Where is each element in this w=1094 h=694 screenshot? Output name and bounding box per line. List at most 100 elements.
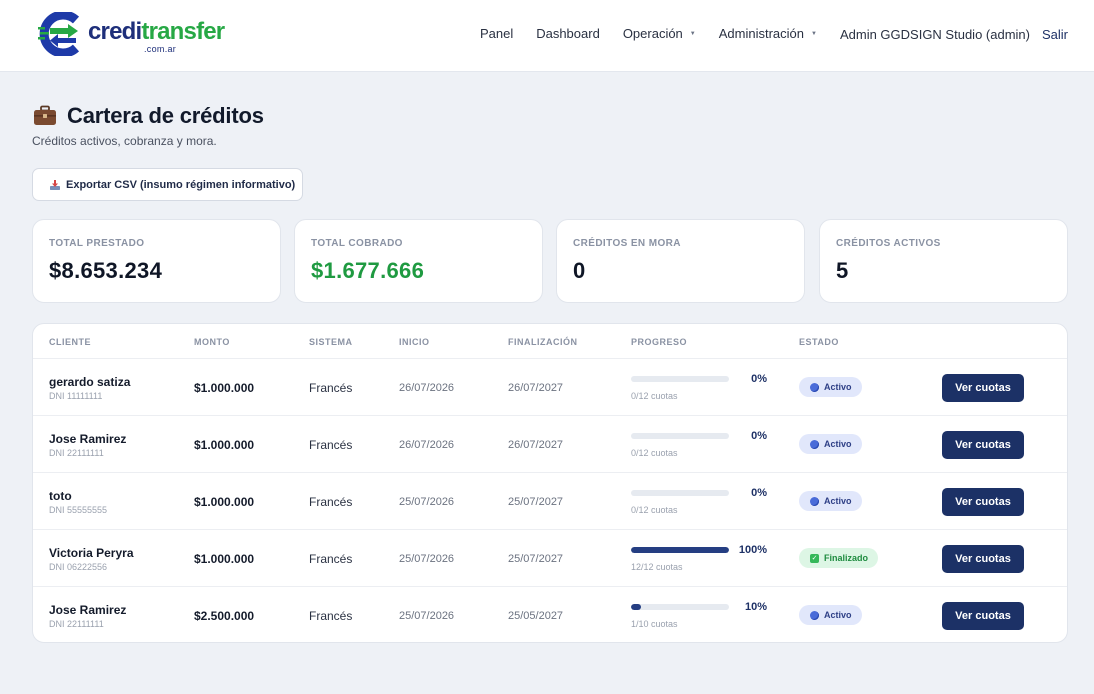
check-mark-icon: ✓ <box>810 553 819 563</box>
installments-count: 12/12 cuotas <box>631 562 683 572</box>
start-date: 26/07/2026 <box>399 439 455 451</box>
logout-link[interactable]: Salir <box>1042 27 1068 42</box>
column-header-finalizacion: FINALIZACIÓN <box>508 337 578 347</box>
progress-bar-fill <box>631 547 729 553</box>
progress-percent: 10% <box>744 601 767 613</box>
page-title: Cartera de créditos <box>67 103 264 128</box>
client-name: Jose Ramirez <box>49 603 127 617</box>
table-row: gerardo satiza DNI 11111111 $1.000.000 Fran… <box>33 358 1067 415</box>
ver-cuotas-button[interactable]: Ver cuotas <box>942 602 1024 630</box>
credits-table: CLIENTE MONTO SISTEMA INICIO FINALIZACIÓ… <box>32 323 1068 643</box>
end-date: 26/07/2027 <box>508 382 564 394</box>
nav-item-label: Panel <box>479 26 514 41</box>
installments-count: 0/12 cuotas <box>631 391 678 401</box>
stat-card-creditos-mora: CRÉDITOS EN MORA 0 <box>556 219 805 303</box>
amortization-system: Francés <box>309 438 353 452</box>
creditransfer-logo[interactable]: creditransfer .com.ar <box>36 10 225 56</box>
credit-amount: $1.000.000 <box>194 438 255 452</box>
export-csv-button[interactable]: Exportar CSV (insumo régimen informativo… <box>32 168 303 201</box>
progress-bar <box>631 547 729 553</box>
status-label: Activo <box>824 439 852 449</box>
column-header-cliente: CLIENTE <box>49 337 92 347</box>
table-row: Jose Ramirez DNI 22111111 $1.000.000 Francé… <box>33 415 1067 472</box>
inbox-tray-icon <box>50 179 60 190</box>
stat-card-creditos-activos: CRÉDITOS ACTIVOS 5 <box>819 219 1068 303</box>
status-badge: Activo <box>799 491 862 511</box>
installments-count: 0/12 cuotas <box>631 448 678 458</box>
end-date: 25/07/2027 <box>508 496 564 508</box>
briefcase-icon <box>34 105 56 125</box>
installments-count: 1/10 cuotas <box>631 619 678 629</box>
stat-label: TOTAL COBRADO <box>311 238 403 249</box>
credit-amount: $1.000.000 <box>194 381 255 395</box>
progress-bar <box>631 490 729 496</box>
current-user-label: Admin GGDSIGN Studio (admin) <box>839 26 1030 42</box>
ver-cuotas-button[interactable]: Ver cuotas <box>942 374 1024 402</box>
client-name: Victoria Peryra <box>49 546 134 560</box>
top-navbar: creditransfer .com.ar Panel Dashboard Op… <box>0 0 1094 72</box>
credit-amount: $1.000.000 <box>194 495 255 509</box>
credit-amount: $1.000.000 <box>194 552 255 566</box>
blue-circle-icon <box>810 439 819 449</box>
stat-label: CRÉDITOS ACTIVOS <box>836 238 941 249</box>
nav-item-label: Operación <box>622 25 683 41</box>
column-header-estado: ESTADO <box>799 337 839 347</box>
table-row: Victoria Peryra DNI 06222556 $1.000.000 Fra… <box>33 529 1067 586</box>
table-row: toto DNI 55555555 $1.000.000 Francés 25/07/2… <box>33 472 1067 529</box>
status-label: Activo <box>824 610 852 620</box>
client-dni: DNI 22111111 <box>49 619 104 629</box>
page-subtitle: Créditos activos, cobranza y mora. <box>32 134 217 148</box>
status-label: Finalizado <box>824 553 869 563</box>
status-badge: ✓ Finalizado <box>799 548 879 568</box>
progress-bar <box>631 433 729 439</box>
stat-label: CRÉDITOS EN MORA <box>573 238 681 249</box>
nav-item-operacion[interactable]: Operación ▼ <box>623 26 696 43</box>
column-header-progreso: PROGRESO <box>631 337 688 347</box>
end-date: 25/05/2027 <box>508 610 564 622</box>
amortization-system: Francés <box>309 381 353 395</box>
stat-label: TOTAL PRESTADO <box>49 238 145 249</box>
logo-arrows-icon <box>38 12 80 56</box>
blue-circle-icon <box>810 496 819 506</box>
progress-bar <box>631 604 729 610</box>
column-header-sistema: SISTEMA <box>309 337 353 347</box>
export-csv-label: Exportar CSV (insumo régimen informativo… <box>66 178 296 191</box>
client-dni: DNI 55555555 <box>49 505 108 515</box>
start-date: 26/07/2026 <box>399 382 455 394</box>
stat-value: $8.653.234 <box>49 258 163 283</box>
progress-percent: 100% <box>738 544 767 556</box>
end-date: 26/07/2027 <box>508 439 564 451</box>
nav-item-label: Dashboard <box>536 26 600 41</box>
logo-domain: .com.ar <box>144 44 177 54</box>
client-name: Jose Ramirez <box>49 432 127 446</box>
client-dni: DNI 06222556 <box>49 562 108 572</box>
nav-item-dashboard[interactable]: Dashboard <box>536 26 600 42</box>
installments-count: 0/12 cuotas <box>631 505 678 515</box>
status-label: Activo <box>824 382 852 392</box>
logo-wordmark: creditransfer <box>88 19 225 45</box>
stat-value: $1.677.666 <box>311 258 425 283</box>
status-badge: Activo <box>799 434 862 454</box>
start-date: 25/07/2026 <box>399 553 455 565</box>
status-badge: Activo <box>799 605 862 625</box>
blue-circle-icon <box>810 382 819 392</box>
nav-item-panel[interactable]: Panel <box>480 26 513 42</box>
client-dni: DNI 11111111 <box>49 391 103 401</box>
start-date: 25/07/2026 <box>399 496 455 508</box>
nav-menu: Panel Dashboard Operación ▼ Administració… <box>457 26 1068 42</box>
ver-cuotas-button[interactable]: Ver cuotas <box>942 545 1024 573</box>
status-label: Activo <box>824 496 852 506</box>
progress-bar <box>631 376 729 382</box>
stat-value: 5 <box>836 258 849 283</box>
column-header-inicio: INICIO <box>399 337 430 347</box>
amortization-system: Francés <box>309 552 353 566</box>
progress-bar-fill <box>631 604 641 610</box>
ver-cuotas-button[interactable]: Ver cuotas <box>942 488 1024 516</box>
caret-down-icon: ▼ <box>689 31 696 38</box>
start-date: 25/07/2026 <box>399 610 455 622</box>
caret-down-icon: ▼ <box>811 31 817 38</box>
nav-item-administracion[interactable]: Administración ▼ <box>719 26 817 43</box>
page-header: Cartera de créditos <box>33 101 264 131</box>
ver-cuotas-button[interactable]: Ver cuotas <box>942 431 1024 459</box>
column-header-monto: MONTO <box>194 337 230 347</box>
